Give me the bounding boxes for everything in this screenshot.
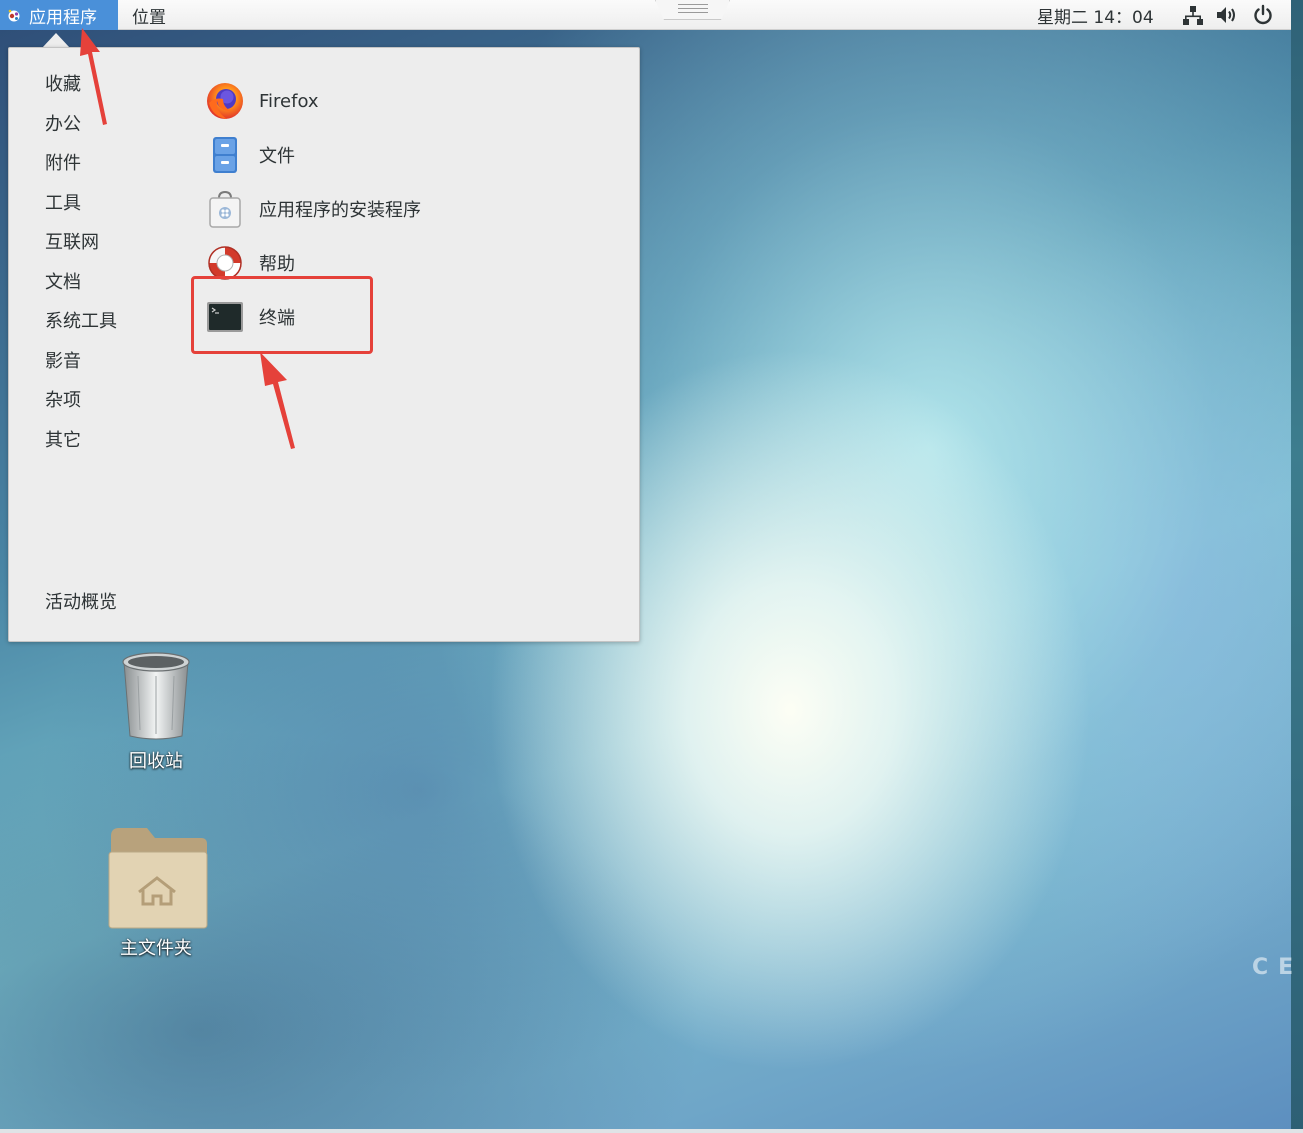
category-utilities[interactable]: 工具: [45, 189, 117, 229]
clock-text: 星期二 14：04: [1037, 7, 1154, 28]
desktop-icon-home-folder[interactable]: 主文件夹: [98, 826, 214, 960]
clock[interactable]: 星期二 14：04: [1037, 0, 1154, 30]
menu-pointer: [42, 33, 70, 48]
activities-overview-button[interactable]: 活动概览: [45, 588, 117, 614]
power-icon[interactable]: [1252, 4, 1274, 26]
terminal-highlight-box: [191, 276, 373, 354]
trash-label: 回收站: [129, 751, 183, 772]
category-sound-video[interactable]: 影音: [45, 347, 117, 387]
category-list: 收藏 办公 附件 工具 互联网 文档 系统工具 影音 杂项 其它: [45, 70, 117, 465]
category-accessories[interactable]: 附件: [45, 149, 117, 189]
category-office[interactable]: 办公: [45, 110, 117, 150]
category-system-tools[interactable]: 系统工具: [45, 307, 117, 347]
software-bag-icon: [209, 190, 241, 228]
volume-icon[interactable]: [1215, 4, 1239, 26]
screen-bottom-edge: [0, 1129, 1303, 1133]
file-cabinet-icon: [213, 137, 237, 173]
gnome-foot-icon: [8, 9, 20, 22]
category-internet[interactable]: 互联网: [45, 228, 117, 268]
category-other[interactable]: 其它: [45, 426, 117, 466]
app-label-help: 帮助: [259, 254, 295, 275]
desktop-icon-trash[interactable]: 回收站: [104, 648, 208, 773]
app-label-files: 文件: [259, 146, 295, 167]
home-folder-icon: [108, 828, 208, 929]
distro-watermark: CE: [1252, 955, 1303, 980]
firefox-icon: [207, 83, 243, 119]
app-label-firefox: Firefox: [259, 90, 319, 112]
applications-menu-label: 应用程序: [29, 7, 97, 28]
hamburger-icon: [678, 4, 708, 13]
app-item-files[interactable]: 文件: [205, 128, 421, 182]
message-tray-handle[interactable]: [655, 0, 730, 20]
category-favorites[interactable]: 收藏: [45, 70, 117, 110]
app-item-software-installer[interactable]: 应用程序的安装程序: [205, 182, 421, 236]
network-icon[interactable]: [1182, 4, 1204, 26]
category-sundry[interactable]: 杂项: [45, 386, 117, 426]
home-folder-label: 主文件夹: [120, 938, 192, 959]
app-item-firefox[interactable]: Firefox: [205, 74, 421, 128]
trash-icon: [122, 652, 190, 740]
app-label-software-installer: 应用程序的安装程序: [259, 200, 421, 221]
top-bar: 应用程序 位置 星期二 14：04: [0, 0, 1291, 30]
places-menu-label: 位置: [132, 7, 166, 28]
applications-menu-button[interactable]: 应用程序: [0, 0, 118, 30]
category-documentation[interactable]: 文档: [45, 268, 117, 308]
places-menu-button[interactable]: 位置: [132, 0, 166, 30]
